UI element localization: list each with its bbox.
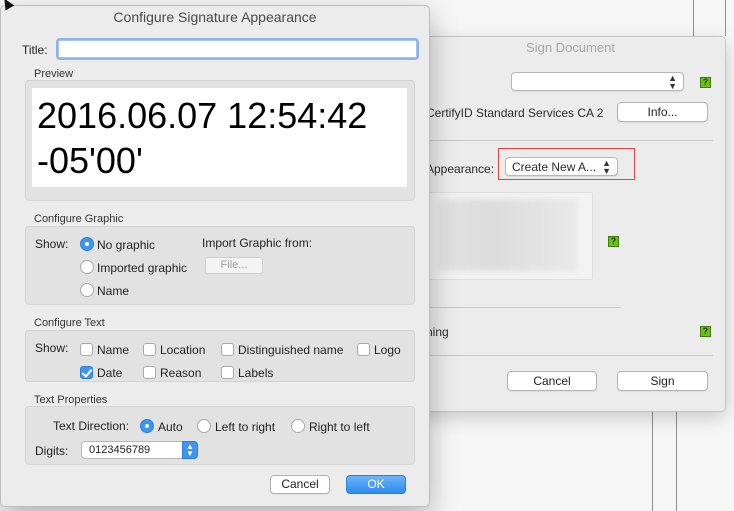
help-icon[interactable]: ? [700,77,711,88]
radio-direction-auto-label: Auto [158,420,183,434]
cancel-button[interactable]: Cancel [270,475,330,494]
checkbox-labels-label: Labels [238,366,274,380]
radio-no-graphic-label: No graphic [97,238,156,252]
cancel-button[interactable]: Cancel [507,371,597,391]
preview-line-2: -05'00' [37,140,143,181]
checkbox-logo-label: Logo [374,343,401,357]
digits-select[interactable]: 0123456789 ▲ ▼ [81,441,198,459]
select-arrows-icon: ▲ ▼ [668,73,677,91]
dialog-title: Configure Signature Appearance [113,9,317,25]
radio-direction-auto[interactable] [140,419,154,433]
select-arrows-icon: ▲ ▼ [602,158,611,176]
radio-direction-ltr-label: Left to right [215,420,276,434]
radio-direction-rtl[interactable] [291,419,305,433]
radio-direction-ltr[interactable] [197,419,211,433]
file-button[interactable]: File... [205,257,263,274]
issuer-text: CertifyID Standard Services CA 2 [426,106,604,120]
import-graphic-label: Import Graphic from: [202,236,313,250]
text-properties-header: Text Properties [34,394,108,406]
appearance-select[interactable]: Create New A... ▲ ▼ [505,157,618,176]
checkbox-distinguished-name[interactable] [221,343,234,356]
preview-header: Preview [34,68,74,80]
preview-area: 2016.06.07 12:54:42 -05'00' [32,88,407,187]
help-icon[interactable]: ? [608,236,619,247]
checkbox-distinguished-name-label: Distinguished name [238,343,344,357]
graphic-show-label: Show: [35,237,69,251]
divider [428,355,713,356]
text-show-label: Show: [35,341,69,355]
radio-imported-graphic[interactable] [80,260,94,274]
divider [428,307,621,308]
configure-text-header: Configure Text [34,317,105,329]
text-direction-label: Text Direction: [53,419,130,433]
radio-imported-graphic-label: Imported graphic [97,261,188,275]
title-input[interactable] [58,40,417,58]
digits-value: 0123456789 [89,444,151,456]
radio-no-graphic[interactable] [80,237,94,251]
background-rule [725,0,726,36]
configure-signature-dialog: Configure Signature Appearance Title: Pr… [0,5,430,507]
divider [428,140,713,141]
title-label: Title: [22,43,48,57]
radio-name-graphic[interactable] [80,283,94,297]
background-rule [676,410,677,511]
checkbox-location-label: Location [160,343,206,357]
checkbox-location[interactable] [143,343,156,356]
radio-name-graphic-label: Name [97,284,130,298]
appearance-label: Appearance: [426,162,495,176]
digits-label: Digits: [35,444,69,458]
checkbox-date-label: Date [97,366,123,380]
checkbox-date[interactable] [80,366,93,379]
help-icon[interactable]: ? [700,326,711,337]
info-button[interactable]: Info... [617,102,708,122]
select-arrows-icon: ▲ ▼ [182,441,198,459]
configure-graphic-header: Configure Graphic [34,213,124,225]
certificate-select[interactable]: ▲ ▼ [511,72,684,91]
radio-direction-rtl-label: Right to left [309,420,370,434]
checkbox-reason-label: Reason [160,366,202,380]
sign-button[interactable]: Sign [617,371,708,391]
checkbox-labels[interactable] [221,366,234,379]
checkbox-name-label: Name [97,343,130,357]
sign-document-window: Sign Document ▲ ▼ ? CertifyID Standard Se… [415,36,726,412]
preview-line-1: 2016.06.07 12:54:42 [37,95,368,136]
ok-button[interactable]: OK [346,475,406,494]
sign-window-title: Sign Document [526,40,615,55]
checkbox-name[interactable] [80,343,93,356]
checkbox-reason[interactable] [143,366,156,379]
appearance-value: Create New A... [512,160,597,174]
checkbox-logo[interactable] [357,343,370,356]
background-rule [652,410,653,511]
background-rule [693,0,694,36]
blurred-preview-content [438,199,578,271]
